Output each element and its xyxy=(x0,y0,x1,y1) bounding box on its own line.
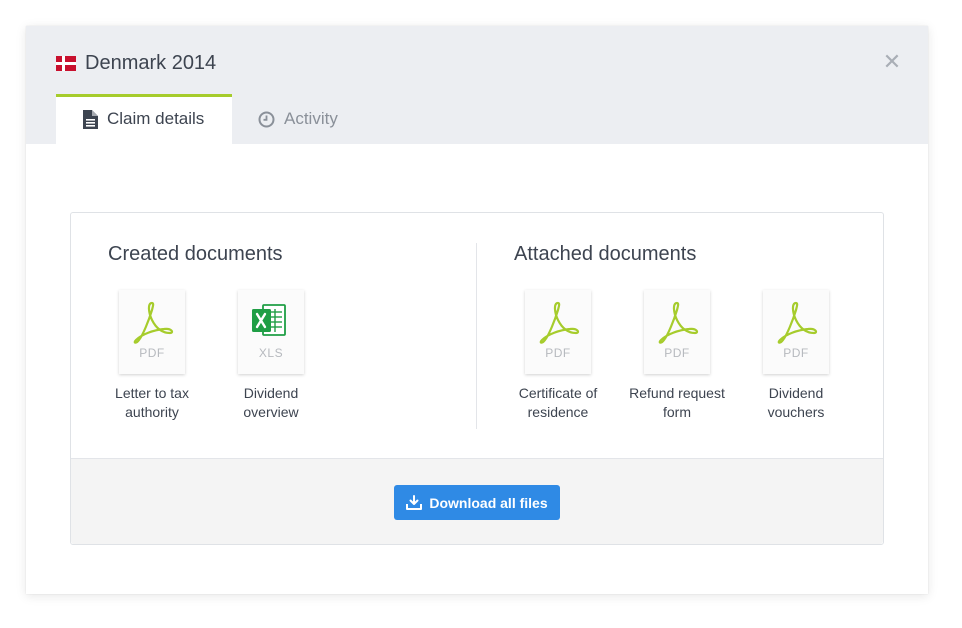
tab-claim-details-label: Claim details xyxy=(107,109,205,128)
tab-activity[interactable]: Activity xyxy=(232,94,364,144)
document-label: Refund request form xyxy=(617,384,737,422)
pdf-icon: PDF xyxy=(119,290,185,374)
document-label-line: overview xyxy=(243,404,299,420)
file-type-label: PDF xyxy=(664,346,690,360)
claim-modal: Denmark 2014 ✕ Claim details Activity Cr… xyxy=(26,26,928,594)
document-label-line: Dividend xyxy=(243,385,299,401)
tab-claim-details[interactable]: Claim details xyxy=(56,94,232,144)
modal-title-row: Denmark 2014 xyxy=(56,52,216,75)
document-dividend-vouchers[interactable]: PDF Dividend vouchers xyxy=(736,290,856,422)
document-label-line: Letter to tax xyxy=(115,385,189,401)
document-label-line: Dividend xyxy=(768,385,824,401)
documents-panel-footer: Download all files xyxy=(71,458,883,544)
document-label-line: Certificate of xyxy=(518,385,598,401)
document-label: Letter to tax authority xyxy=(92,384,212,422)
document-label-line: authority xyxy=(125,404,179,420)
file-type-label: PDF xyxy=(139,346,165,360)
file-type-label: XLS xyxy=(258,346,284,360)
modal-header: Denmark 2014 ✕ Claim details Activity xyxy=(26,26,928,144)
document-label: Dividend vouchers xyxy=(736,384,856,422)
document-label-line: residence xyxy=(527,404,589,420)
tab-bar: Claim details Activity xyxy=(56,94,364,144)
clock-icon xyxy=(258,111,275,128)
file-type-label: PDF xyxy=(545,346,571,360)
close-icon[interactable]: ✕ xyxy=(882,51,902,73)
pdf-icon: PDF xyxy=(644,290,710,374)
download-all-files-button[interactable]: Download all files xyxy=(394,485,560,520)
document-label-line: vouchers xyxy=(767,404,825,420)
document-label: Dividend overview xyxy=(211,384,331,422)
document-icon xyxy=(82,109,98,129)
excel-icon: XLS xyxy=(238,290,304,374)
created-documents-heading: Created documents xyxy=(108,243,283,265)
file-type-label: PDF xyxy=(783,346,809,360)
modal-title: Denmark 2014 xyxy=(85,52,217,74)
document-dividend-overview[interactable]: XLS Dividend overview xyxy=(211,290,331,422)
document-letter-to-tax-authority[interactable]: PDF Letter to tax authority xyxy=(92,290,212,422)
pdf-icon: PDF xyxy=(525,290,591,374)
document-label: Certificate of residence xyxy=(498,384,618,422)
download-all-files-label: Download all files xyxy=(429,494,548,511)
document-certificate-of-residence[interactable]: PDF Certificate of residence xyxy=(498,290,618,422)
document-refund-request-form[interactable]: PDF Refund request form xyxy=(617,290,737,422)
documents-panel: Created documents PDF Letter to tax auth… xyxy=(70,212,884,545)
denmark-flag-icon xyxy=(56,56,76,71)
tab-activity-label: Activity xyxy=(284,109,338,128)
download-icon xyxy=(406,495,423,510)
attached-documents-section: Attached documents PDF Certificate of re… xyxy=(477,213,884,458)
pdf-icon: PDF xyxy=(763,290,829,374)
created-documents-section: Created documents PDF Letter to tax auth… xyxy=(71,213,476,458)
document-label-line: form xyxy=(663,404,691,420)
attached-documents-heading: Attached documents xyxy=(514,243,697,265)
document-label-line: Refund request xyxy=(629,385,725,401)
